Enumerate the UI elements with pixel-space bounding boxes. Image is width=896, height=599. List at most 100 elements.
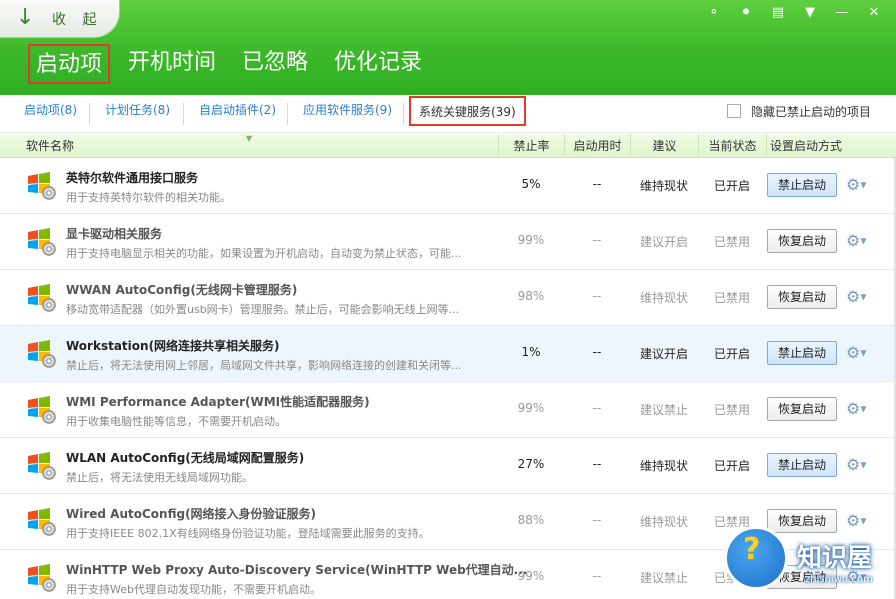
divider (89, 103, 90, 125)
current-state: 已开启 (713, 179, 750, 193)
table-row[interactable]: WMI Performance Adapter(WMI性能适配器服务) 用于收集… (0, 382, 896, 438)
subtab-plugins[interactable]: 自启动插件(2) (199, 95, 276, 133)
watermark-logo: ? 知识屋 zhishiwu.com (721, 524, 896, 599)
windows-service-icon (28, 396, 56, 424)
gear-icon[interactable]: ⚙▼ (846, 455, 872, 475)
tab-startup-items[interactable]: 启动项 (28, 44, 111, 84)
service-description: 禁止后，将无法使用无线局域网功能。 (66, 471, 253, 484)
col-action[interactable]: 设置启动方式 (766, 134, 896, 158)
menu-icon[interactable]: ▼ (794, 2, 826, 24)
close-icon[interactable]: ✕ (858, 2, 890, 24)
col-state[interactable]: 当前状态 (698, 134, 766, 158)
tab-boot-time[interactable]: 开机时间 (120, 44, 224, 84)
advice: 建议禁止 (639, 403, 688, 417)
gear-icon[interactable]: ⚙▼ (846, 399, 872, 419)
current-state: 已禁用 (713, 291, 750, 305)
advice: 建议开启 (639, 347, 688, 361)
advice: 维持现状 (639, 515, 688, 529)
startup-time: -- (592, 289, 602, 303)
gear-icon[interactable]: ⚙▼ (846, 343, 872, 363)
table-row[interactable]: Workstation(网络连接共享相关服务) 禁止后，将无法使用网上邻居，局域… (0, 326, 896, 382)
advice: 维持现状 (639, 459, 688, 473)
col-time[interactable]: 启动用时 (564, 134, 630, 158)
advice: 建议开启 (639, 235, 688, 249)
startup-time: -- (592, 569, 602, 583)
disable-rate: 99% (517, 569, 545, 583)
app-header: ↓ 收 起 ⚬ ⚫ ▤ ▼ — ✕ 启动项 开机时间 已忽略 优化记录 (0, 0, 896, 95)
table-row[interactable]: 显卡驱动相关服务 用于支持电脑显示相关的功能，如果设置为开机启动，自动变为禁止状… (0, 214, 896, 270)
advice: 维持现状 (639, 291, 688, 305)
hide-disabled-label: 隐藏已禁止启动的项目 (751, 105, 872, 119)
service-name: 英特尔软件通用接口服务 (66, 171, 199, 185)
startup-time: -- (592, 345, 602, 359)
service-name: WWAN AutoConfig(无线网卡管理服务) (66, 283, 298, 297)
feedback-icon[interactable]: ▤ (762, 2, 794, 24)
watermark-title: 知识屋 (797, 543, 873, 572)
minimize-icon[interactable]: — (826, 2, 858, 24)
current-state: 已开启 (713, 347, 750, 361)
startup-time: -- (592, 513, 602, 527)
current-state: 已禁用 (713, 403, 750, 417)
service-name: 显卡驱动相关服务 (66, 227, 163, 241)
service-description: 用于支持IEEE 802.1X有线网络身份验证功能，登陆域需要此服务的支持。 (66, 527, 430, 540)
subtab-scheduled-tasks[interactable]: 计划任务(8) (105, 95, 170, 133)
table-row[interactable]: WLAN AutoConfig(无线局域网配置服务) 禁止后，将无法使用无线局域… (0, 438, 896, 494)
startup-time: -- (592, 233, 602, 247)
service-description: 用于收集电脑性能等信息，不需要开机启动。 (66, 415, 286, 428)
divider (287, 103, 288, 125)
share-icon[interactable]: ⚬ (698, 2, 730, 24)
service-name: WLAN AutoConfig(无线局域网配置服务) (66, 451, 305, 465)
tab-ignored[interactable]: 已忽略 (234, 44, 316, 84)
startup-time: -- (592, 457, 602, 471)
service-name: Wired AutoConfig(网络接入身份验证服务) (66, 507, 317, 521)
table-row[interactable]: 英特尔软件通用接口服务 用于支持英特尔软件的相关功能。 5% -- 维持现状 已… (0, 158, 896, 214)
service-name: Workstation(网络连接共享相关服务) (66, 339, 280, 353)
disable-rate: 99% (517, 401, 545, 415)
gear-icon[interactable]: ⚙▼ (846, 231, 872, 251)
divider (183, 103, 184, 125)
disable-rate: 88% (517, 513, 545, 527)
service-description: 禁止后，将无法使用网上邻居，局域网文件共享，影响网络连接的创建和关闭等... (66, 359, 462, 372)
windows-service-icon (28, 228, 56, 256)
collapse-button[interactable]: ↓ 收 起 (0, 0, 120, 38)
watermark-url: zhishiwu.com (805, 574, 873, 585)
service-description: 移动宽带适配器（如外置usb网卡）管理服务。禁止后，可能会影响无线上网等... (66, 303, 460, 316)
windows-service-icon (28, 340, 56, 368)
skin-icon[interactable]: ⚫ (730, 2, 762, 24)
disable-startup-button[interactable]: 禁止启动 (767, 341, 837, 365)
service-description: 用于支持英特尔软件的相关功能。 (66, 191, 231, 204)
tab-optimize-history[interactable]: 优化记录 (326, 44, 430, 84)
restore-startup-button[interactable]: 恢复启动 (767, 285, 837, 309)
column-header: 软件名称 ▼ 禁止率 启动用时 建议 当前状态 设置启动方式 (0, 134, 896, 158)
disable-rate: 98% (517, 289, 545, 303)
service-description: 用于支持Web代理自动发现功能，不需要开机启动。 (66, 583, 321, 596)
col-rate[interactable]: 禁止率 (498, 134, 564, 158)
disable-startup-button[interactable]: 禁止启动 (767, 173, 837, 197)
disable-rate: 1% (521, 345, 541, 359)
disable-rate: 27% (517, 457, 545, 471)
table-row[interactable]: WWAN AutoConfig(无线网卡管理服务) 移动宽带适配器（如外置usb… (0, 270, 896, 326)
windows-service-icon (28, 508, 56, 536)
disable-startup-button[interactable]: 禁止启动 (767, 453, 837, 477)
col-advice[interactable]: 建议 (630, 134, 698, 158)
disable-rate: 99% (517, 233, 545, 247)
subtab-app-services[interactable]: 应用软件服务(9) (303, 95, 392, 133)
restore-startup-button[interactable]: 恢复启动 (767, 397, 837, 421)
sort-arrow-icon: ▼ (246, 134, 253, 143)
collapse-label: 收 起 (52, 12, 103, 28)
restore-startup-button[interactable]: 恢复启动 (767, 229, 837, 253)
gear-icon[interactable]: ⚙▼ (846, 287, 872, 307)
windows-service-icon (28, 564, 56, 592)
gear-icon[interactable]: ⚙▼ (846, 175, 872, 195)
subtab-startup[interactable]: 启动项(8) (24, 95, 77, 133)
windows-service-icon (28, 284, 56, 312)
service-name: WMI Performance Adapter(WMI性能适配器服务) (66, 395, 370, 409)
window-controls: ⚬ ⚫ ▤ ▼ — ✕ (698, 2, 890, 24)
subtab-system-services[interactable]: 系统关键服务(39) (409, 96, 526, 126)
question-mark-glyph: ? (743, 532, 761, 567)
main-tabs: 启动项 开机时间 已忽略 优化记录 (28, 44, 440, 84)
current-state: 已禁用 (713, 235, 750, 249)
advice: 建议禁止 (639, 571, 688, 585)
disable-rate: 5% (521, 177, 541, 191)
hide-disabled-checkbox[interactable] (727, 104, 741, 118)
